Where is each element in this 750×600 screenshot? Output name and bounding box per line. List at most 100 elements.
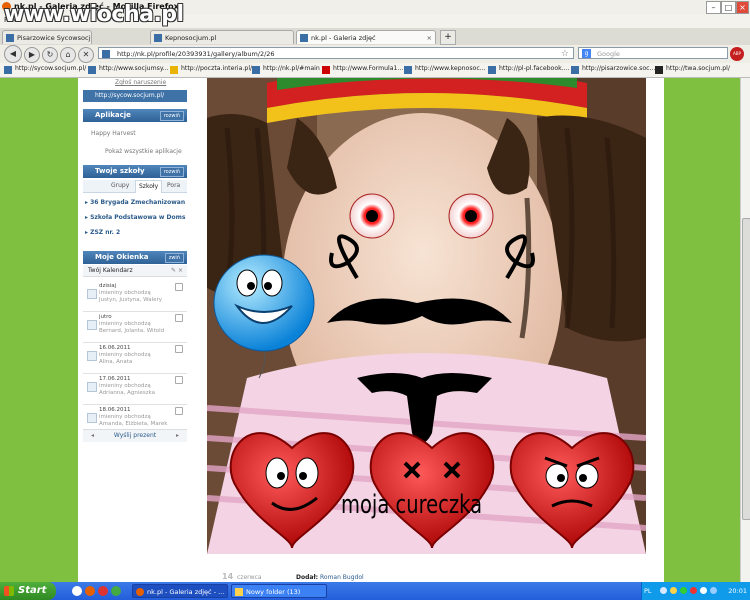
site-favicon-icon — [102, 50, 110, 58]
prev-arrow-icon[interactable]: ◂ — [91, 430, 94, 442]
start-button[interactable]: Start — [0, 582, 56, 600]
bookmark-favicon-icon — [4, 66, 12, 74]
quicklaunch-explorer-icon[interactable] — [72, 586, 82, 596]
close-tab-icon[interactable]: × — [427, 31, 432, 44]
maximize-button[interactable]: □ — [721, 1, 736, 14]
calendar-entry: jutro imieniny obchodzą Bernard, Jolanta… — [83, 311, 187, 343]
bookmark-favicon-icon — [404, 66, 412, 74]
lock-icon — [175, 345, 183, 353]
quicklaunch-firefox-icon[interactable] — [85, 586, 95, 596]
bookmark-item[interactable]: http://nk.pl/#main — [252, 65, 320, 74]
tab-groups[interactable]: Grupy — [111, 182, 129, 189]
new-tab-button[interactable]: + — [440, 30, 456, 45]
firefox-icon — [136, 588, 144, 596]
tab-pora[interactable]: Pora — [167, 182, 180, 189]
scrollbar-thumb[interactable] — [742, 218, 750, 520]
app-happy-harvest[interactable]: Happy Harvest — [91, 130, 136, 137]
lock-icon — [175, 314, 183, 322]
schools-panel-header[interactable]: Twoje szkoły rozwiń — [83, 165, 187, 178]
schools-expand-button[interactable]: rozwiń — [159, 167, 184, 177]
url-text: http://nk.pl/profile/20393931/gallery/al… — [117, 50, 275, 58]
adblock-icon[interactable]: ABP — [730, 47, 744, 61]
bookmark-item[interactable]: http://sycow.socjum.pl/ — [4, 65, 86, 74]
tab-schools[interactable]: Szkoły — [135, 180, 163, 193]
calendar-entry: 16.06.2011 imieniny obchodzą Alina, Anat… — [83, 342, 187, 374]
schools-tab-strip: Grupy Szkoły Pora — [83, 180, 187, 193]
tab-kepnosocjum[interactable]: Kepnosocjum.pl — [150, 30, 294, 44]
apps-expand-button[interactable]: rozwiń — [159, 111, 184, 121]
minimize-button[interactable]: – — [706, 1, 721, 14]
calendar-gift-icon — [87, 382, 97, 392]
taskbar-task-firefox[interactable]: nk.pl - Galeria zdjęć - ... — [132, 584, 228, 598]
bookmark-favicon-icon — [170, 66, 178, 74]
bookmark-item[interactable]: http://twa.socjum.pl/ — [655, 65, 730, 74]
tab-favicon-icon — [154, 34, 162, 42]
tab-nk-gallery[interactable]: nk.pl - Galeria zdjęć × — [296, 30, 436, 44]
back-arrow-icon[interactable]: ◀ — [4, 45, 22, 63]
bookmark-item[interactable]: http://www.kepnosoc... — [404, 65, 486, 74]
lock-icon — [175, 407, 183, 415]
google-icon: g — [582, 49, 591, 58]
url-bar[interactable]: http://nk.pl/profile/20393931/gallery/al… — [98, 47, 574, 59]
bookmark-item[interactable]: http://pl-pl.facebook.... — [488, 65, 570, 74]
tab-favicon-icon — [6, 34, 14, 42]
quicklaunch-opera-icon[interactable] — [98, 586, 108, 596]
photo-caption: moja cureczka — [341, 490, 483, 520]
my-widgets-panel-header[interactable]: Moje Okienka zwiń — [83, 251, 187, 264]
calendar-header: Twój Kalendarz ✎ × — [83, 265, 187, 277]
calendar-gift-icon — [87, 289, 97, 299]
gallery-photo[interactable]: moja cureczka — [207, 78, 646, 554]
stop-icon[interactable]: ✕ — [78, 47, 94, 63]
forward-arrow-icon[interactable]: ▶ — [24, 47, 40, 63]
calendar-gift-icon — [87, 351, 97, 361]
navigation-toolbar: ◀ ▶ ↻ ⌂ ✕ http://nk.pl/profile/20393931/… — [0, 45, 750, 64]
taskbar-task-folder[interactable]: Nowy folder (13) — [231, 584, 327, 598]
bookmark-favicon-icon — [488, 66, 496, 74]
apps-panel-title: Aplikacje — [95, 111, 131, 119]
bookmark-favicon-icon — [322, 66, 330, 74]
calendar-entry: dzisiaj imieniny obchodzą Justyn, Justyn… — [83, 280, 187, 312]
profile-link[interactable]: http://sycow.socjum.pl/ — [83, 90, 187, 102]
tray-app-icon[interactable] — [670, 587, 677, 594]
search-box[interactable]: g Google — [578, 47, 728, 59]
schools-panel-title: Twoje szkoły — [95, 167, 145, 175]
show-all-apps-link[interactable]: Pokaż wszystkie aplikacje — [105, 148, 182, 155]
school-item[interactable]: ▸ 36 Brygada Zmechanizowan — [85, 199, 185, 206]
language-indicator[interactable]: PL — [644, 582, 652, 600]
apps-panel-header[interactable]: Aplikacje rozwiń — [83, 109, 187, 122]
bookmark-favicon-icon — [252, 66, 260, 74]
author-link[interactable]: Roman Bugdol — [320, 574, 364, 581]
photo-date-month: czerwca — [237, 574, 262, 581]
bookmark-item[interactable]: http://poczta.interia.pl/ — [170, 65, 252, 74]
send-gift-link[interactable]: Wyślij prezent — [114, 432, 156, 439]
home-icon[interactable]: ⌂ — [60, 47, 76, 63]
lock-icon — [175, 283, 183, 291]
bookmark-item[interactable]: http://pisarzowice.soc... — [571, 65, 655, 74]
bookmark-star-icon[interactable]: ☆ — [561, 48, 569, 60]
clock[interactable]: 20:01 — [728, 582, 747, 600]
reload-icon[interactable]: ↻ — [42, 47, 58, 63]
site-watermark: www.wiocha.pl — [4, 2, 184, 27]
tray-app-icon[interactable] — [690, 587, 697, 594]
calendar-settings-icon[interactable]: ✎ × — [171, 265, 183, 277]
quicklaunch-app-icon[interactable] — [111, 586, 121, 596]
volume-icon[interactable] — [700, 587, 707, 594]
next-arrow-icon[interactable]: ▸ — [176, 430, 179, 442]
tray-app-icon[interactable] — [680, 587, 687, 594]
photo-artwork — [207, 78, 646, 554]
tab-pisarzowice[interactable]: Pisarzowice Sycowsocjum — [2, 30, 92, 44]
bookmarks-toolbar: http://sycow.socjum.pl/ http://www.socju… — [0, 63, 750, 78]
calendar-gift-icon — [87, 413, 97, 423]
school-item[interactable]: ▸ ZSZ nr. 2 — [85, 229, 120, 236]
close-window-button[interactable]: × — [736, 1, 749, 14]
page-scrollbar[interactable] — [740, 78, 750, 582]
calendar-footer: ◂ Wyślij prezent ▸ — [83, 429, 187, 442]
lock-icon — [175, 376, 183, 384]
bookmark-item[interactable]: http://www.Formula1... — [322, 65, 403, 74]
report-link[interactable]: Zgłoś naruszenie — [115, 79, 166, 86]
network-icon[interactable] — [660, 587, 667, 594]
school-item[interactable]: ▸ Szkoła Podstawowa w Doms — [85, 214, 185, 221]
bookmark-item[interactable]: http://www.socjumsy... — [88, 65, 169, 74]
collapse-widgets-button[interactable]: zwiń — [164, 253, 184, 263]
tray-app-icon[interactable] — [710, 587, 717, 594]
